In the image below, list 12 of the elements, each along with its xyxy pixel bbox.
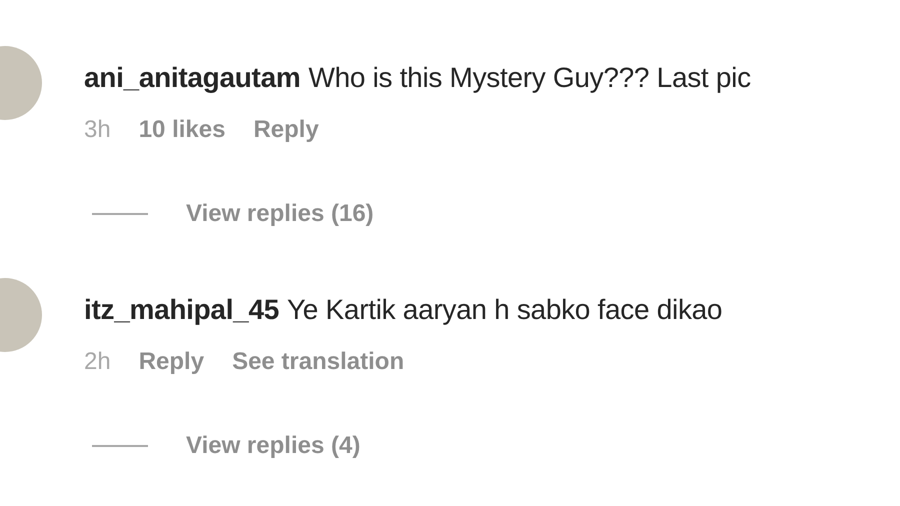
- view-replies-link[interactable]: View replies (4): [186, 432, 360, 460]
- view-replies-link[interactable]: View replies (16): [186, 200, 374, 228]
- comment-time: 2h: [84, 348, 111, 376]
- username[interactable]: ani_anitagautam: [84, 62, 300, 93]
- comment-action[interactable]: See translation: [232, 348, 404, 376]
- comment-text: Who is this Mystery Guy??? Last pic: [308, 62, 751, 93]
- comment-time: 3h: [84, 116, 111, 144]
- comment-text: Ye Kartik aaryan h sabko face dikao: [287, 294, 722, 325]
- comment-action[interactable]: 10 likes: [138, 116, 226, 144]
- comment-action[interactable]: Reply: [138, 348, 204, 376]
- comment-action[interactable]: Reply: [253, 116, 319, 144]
- username[interactable]: itz_mahipal_45: [84, 294, 279, 325]
